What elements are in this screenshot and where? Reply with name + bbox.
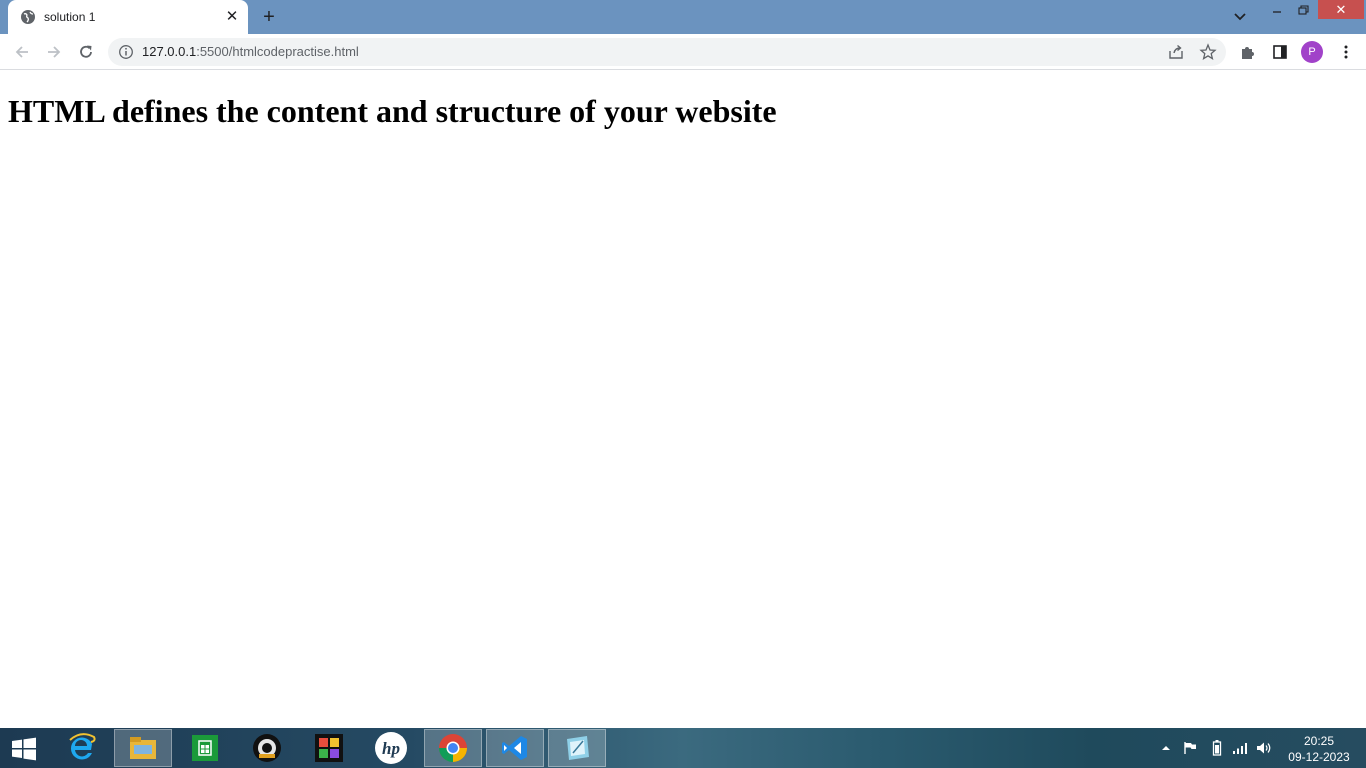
file-explorer-icon[interactable]: [114, 729, 172, 767]
chrome-icon[interactable]: [424, 729, 482, 767]
page-content: HTML defines the content and structure o…: [0, 71, 1366, 728]
browser-tab[interactable]: solution 1 ✕: [8, 0, 248, 34]
browser-titlebar: solution 1 ✕ + ✕: [0, 0, 1366, 34]
bookmark-star-icon[interactable]: [1198, 42, 1218, 62]
clock-date: 09-12-2023: [1288, 750, 1350, 764]
profile-avatar[interactable]: P: [1301, 41, 1323, 63]
url-path: :5500/htmlcodepractise.html: [196, 44, 359, 59]
show-hidden-icons-icon[interactable]: [1158, 728, 1174, 768]
paint-app-icon[interactable]: [300, 729, 358, 767]
action-center-flag-icon[interactable]: [1180, 728, 1200, 768]
more-menu-icon[interactable]: [1336, 42, 1356, 62]
restore-icon[interactable]: [1294, 2, 1312, 18]
forward-arrow-icon[interactable]: [44, 42, 64, 62]
camera-app-icon[interactable]: [238, 729, 296, 767]
browser-toolbar: 127.0.0.1:5500/htmlcodepractise.html P: [0, 34, 1366, 70]
new-tab-icon[interactable]: +: [258, 6, 280, 28]
address-bar[interactable]: 127.0.0.1:5500/htmlcodepractise.html: [108, 38, 1226, 66]
hp-app-icon[interactable]: hp: [362, 729, 420, 767]
globe-icon: [20, 9, 36, 25]
store-icon[interactable]: [176, 729, 234, 767]
windows-start-icon[interactable]: [8, 736, 40, 762]
info-icon[interactable]: [118, 44, 134, 60]
share-icon[interactable]: [1166, 42, 1186, 62]
taskbar-clock[interactable]: 20:25 09-12-2023: [1282, 733, 1356, 765]
taskbar: hp 20:25 09-12-2023: [0, 728, 1366, 768]
page-heading: HTML defines the content and structure o…: [8, 93, 777, 129]
close-tab-icon[interactable]: ✕: [224, 9, 240, 25]
extensions-puzzle-icon[interactable]: [1238, 42, 1258, 62]
battery-icon[interactable]: [1208, 728, 1226, 768]
internet-explorer-icon[interactable]: [52, 729, 110, 767]
svg-text:hp: hp: [382, 739, 400, 758]
window-close-icon[interactable]: ✕: [1318, 0, 1364, 19]
minimize-icon[interactable]: [1268, 2, 1286, 18]
url-text[interactable]: 127.0.0.1:5500/htmlcodepractise.html: [142, 44, 359, 60]
volume-icon[interactable]: [1254, 728, 1274, 768]
network-signal-icon[interactable]: [1230, 728, 1250, 768]
url-host: 127.0.0.1: [142, 44, 197, 59]
reload-icon[interactable]: [76, 42, 96, 62]
side-panel-icon[interactable]: [1270, 42, 1290, 62]
chevron-down-icon[interactable]: [1230, 8, 1250, 26]
back-arrow-icon[interactable]: [12, 42, 32, 62]
vs-code-icon[interactable]: [486, 729, 544, 767]
tab-title: solution 1: [44, 10, 96, 24]
clock-time: 20:25: [1303, 734, 1335, 748]
notes-app-icon[interactable]: [548, 729, 606, 767]
